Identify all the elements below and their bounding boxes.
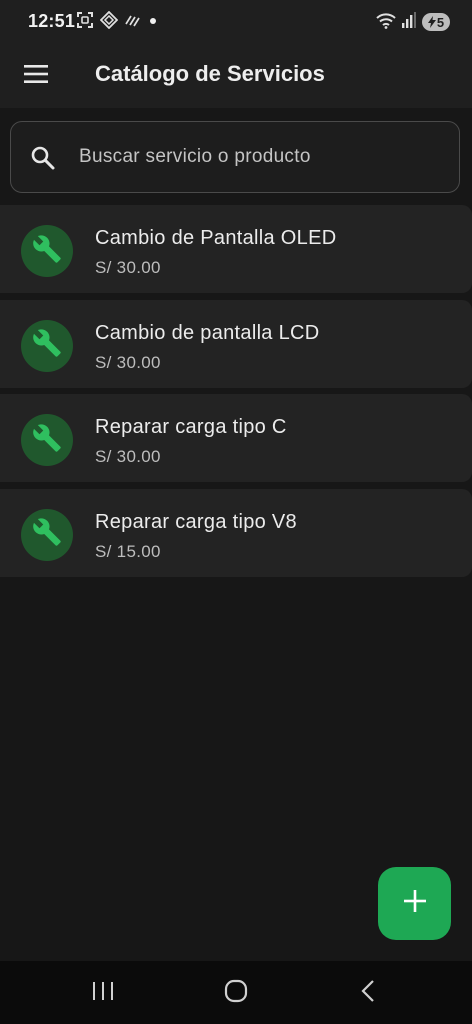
service-avatar	[21, 225, 73, 277]
list-item[interactable]: Cambio de Pantalla OLED S/ 30.00	[0, 205, 472, 293]
search-icon	[30, 145, 56, 171]
nfc-icon	[124, 11, 142, 34]
recent-apps-button[interactable]	[83, 977, 123, 1009]
add-service-button[interactable]	[378, 867, 451, 940]
vpn-icon	[99, 10, 119, 34]
page-title: Catálogo de Servicios	[95, 61, 325, 86]
home-icon	[224, 979, 248, 1008]
service-price: S/ 30.00	[95, 447, 161, 466]
list-item[interactable]: Reparar carga tipo C S/ 30.00	[0, 394, 472, 482]
status-bar: 12:51 5	[0, 0, 472, 44]
service-name: Cambio de Pantalla OLED	[95, 227, 337, 249]
hamburger-menu-button[interactable]	[18, 58, 54, 94]
service-list: Cambio de Pantalla OLED S/ 30.00 Cambio …	[0, 205, 472, 583]
wrench-icon	[32, 423, 62, 458]
wrench-icon	[32, 517, 62, 552]
service-avatar	[21, 319, 73, 372]
back-button[interactable]	[348, 977, 388, 1009]
hamburger-menu-icon	[24, 64, 48, 88]
recent-apps-icon	[92, 981, 114, 1006]
service-name: Reparar carga tipo C	[95, 416, 287, 438]
search-input[interactable]: Buscar servicio o producto	[10, 121, 460, 193]
service-name: Cambio de pantalla LCD	[95, 321, 320, 344]
list-item[interactable]: Reparar carga tipo V8 S/ 15.00	[0, 488, 472, 577]
service-avatar	[21, 508, 73, 561]
search-placeholder: Buscar servicio o producto	[79, 146, 311, 167]
screen: 12:51 5 Catálogo de Servicios Buscar ser…	[0, 0, 472, 1024]
app-bar: Catálogo de Servicios	[0, 44, 472, 108]
screenshot-icon	[76, 11, 94, 34]
battery-level: 5	[436, 14, 445, 30]
system-nav-bar	[0, 961, 472, 1024]
status-icons-right: 5	[376, 11, 450, 33]
battery-charging-icon: 5	[422, 13, 450, 31]
list-item[interactable]: Cambio de pantalla LCD S/ 30.00	[0, 299, 472, 388]
service-price: S/ 30.00	[95, 352, 161, 372]
home-button[interactable]	[216, 977, 256, 1009]
status-time: 12:51	[28, 11, 76, 31]
back-icon	[360, 979, 376, 1007]
wrench-icon	[32, 234, 62, 269]
status-icons-left	[76, 10, 158, 34]
signal-icon	[402, 11, 416, 33]
wifi-icon	[376, 11, 396, 34]
plus-icon	[403, 890, 426, 917]
notification-dot-icon	[148, 11, 158, 34]
service-price: S/ 30.00	[95, 258, 161, 277]
service-name: Reparar carga tipo V8	[95, 510, 297, 533]
service-price: S/ 15.00	[95, 541, 161, 561]
wrench-icon	[32, 328, 62, 363]
service-avatar	[21, 414, 73, 466]
